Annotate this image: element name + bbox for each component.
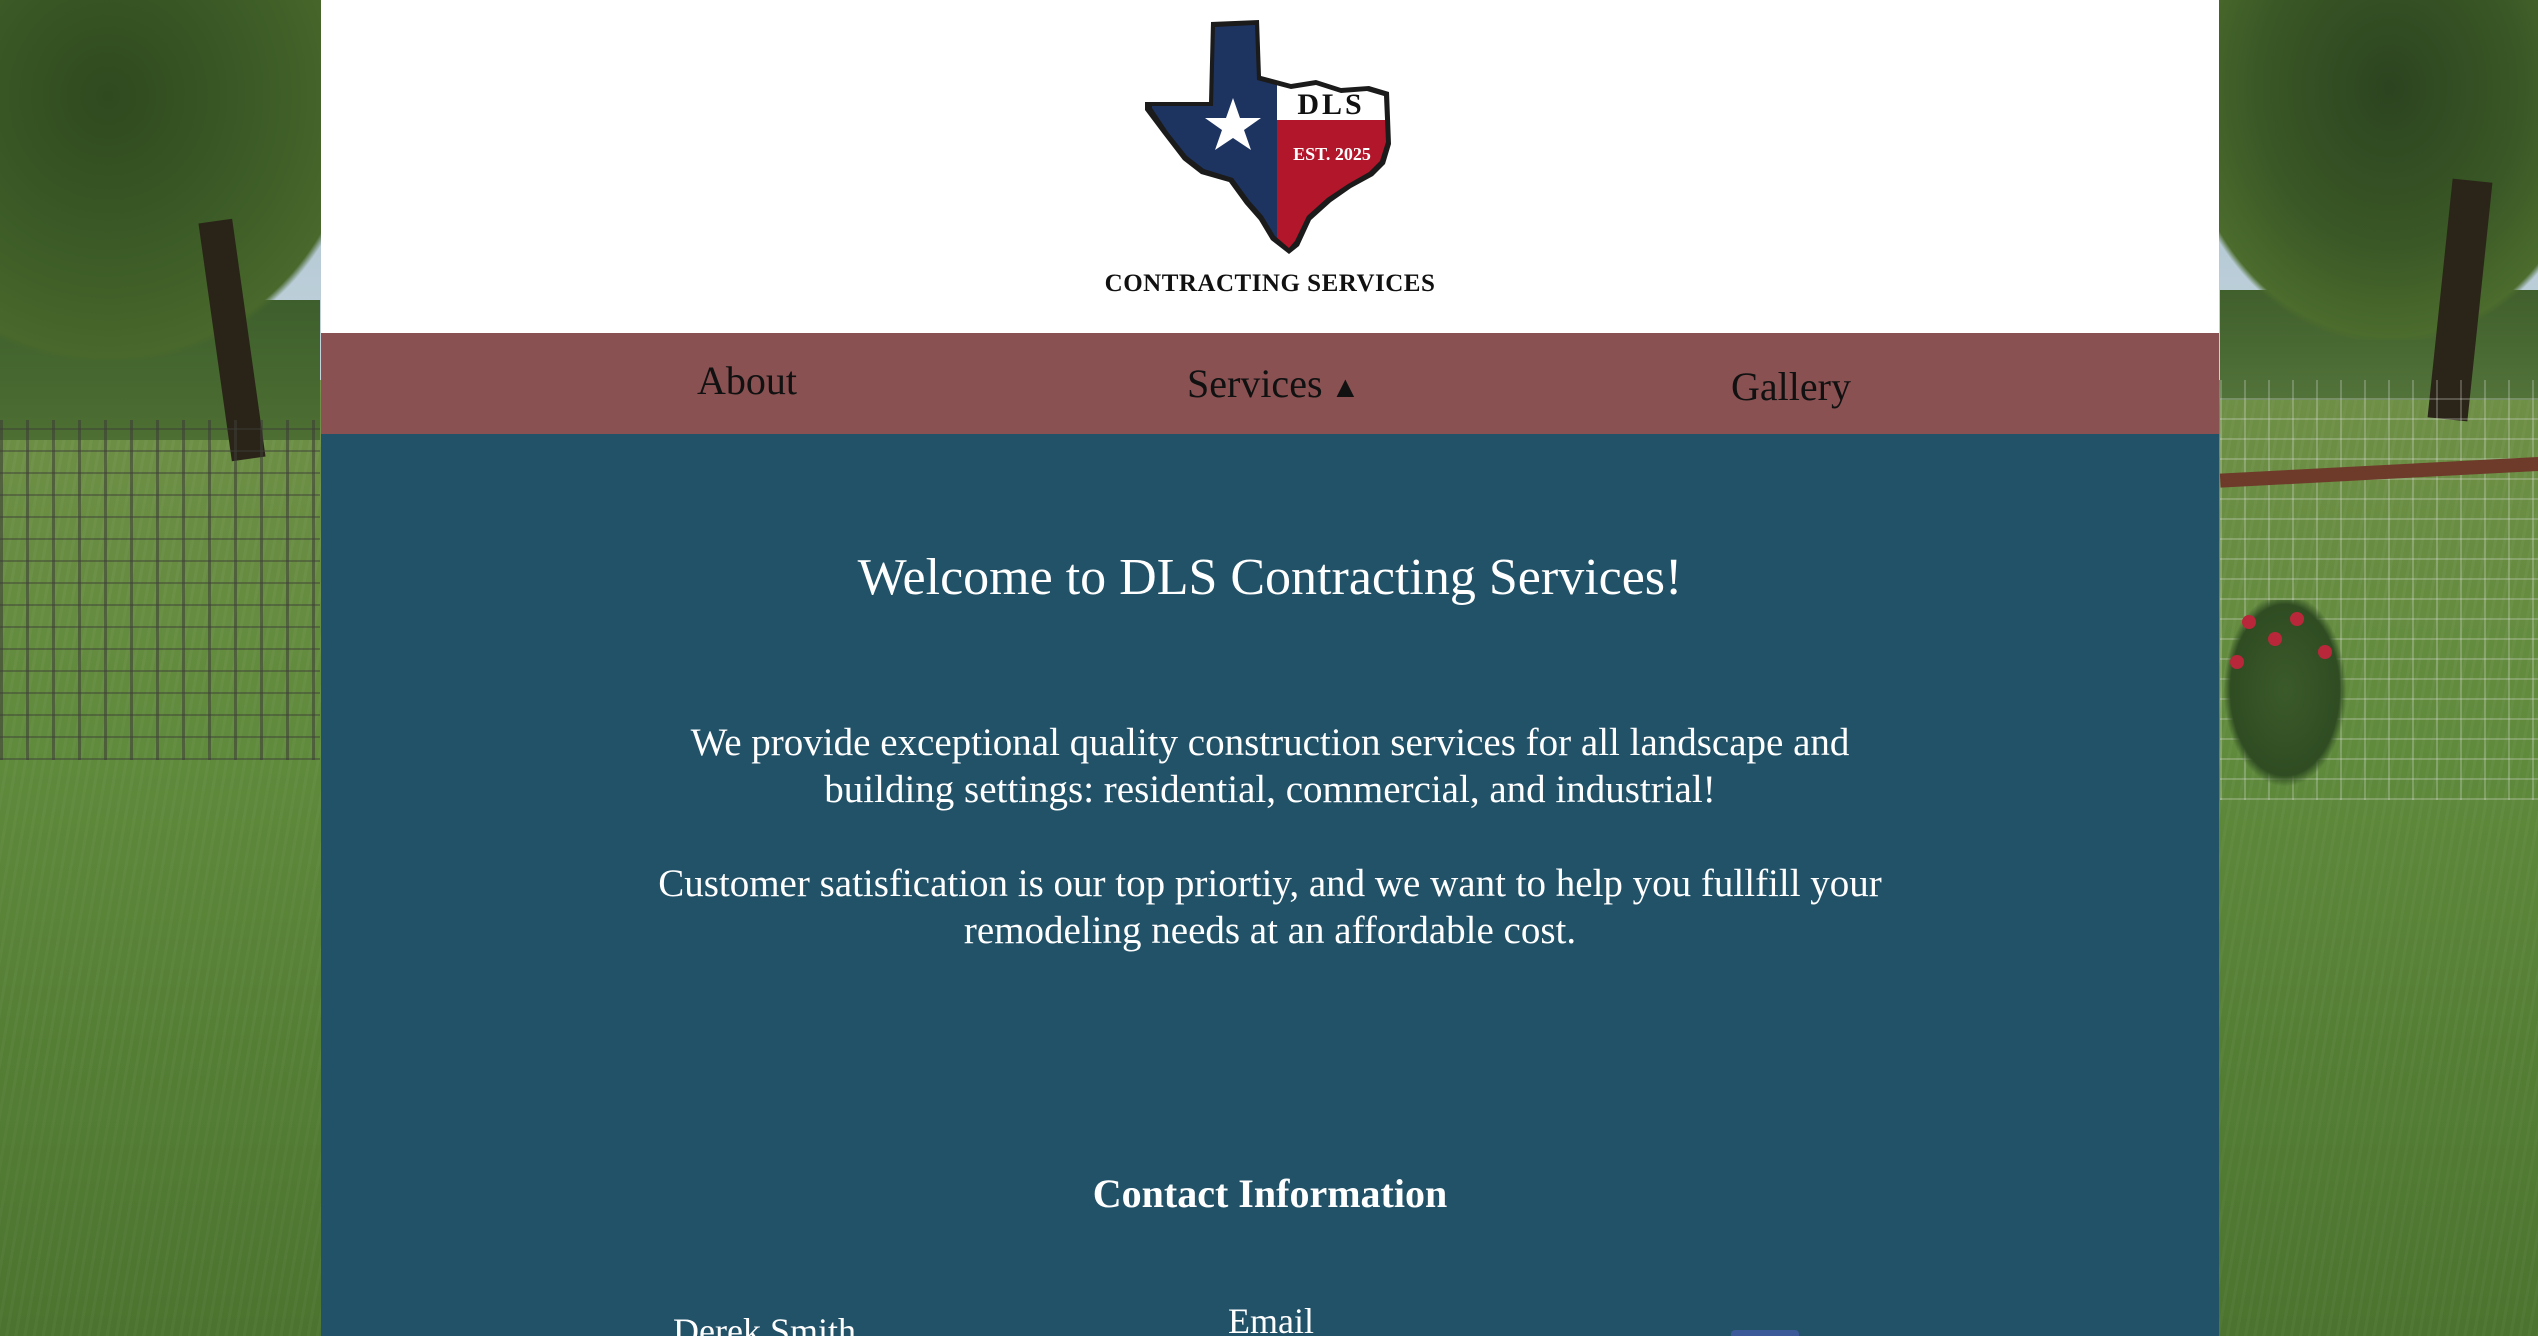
nav-services[interactable]: Services ▲ [1187,333,1360,434]
nav-gallery-label: Gallery [1731,364,1851,409]
satisfaction-paragraph: Customer satisfication is our top priort… [658,862,1882,952]
logo-red-field [1277,120,1386,248]
intro-paragraph: We provide exceptional quality construct… [690,721,1850,811]
caret-up-icon: ▲ [1330,371,1361,404]
nav-gallery[interactable]: Gallery [1731,336,1851,437]
welcome-heading: Welcome to DLS Contracting Services! [857,549,1683,606]
facebook-icon[interactable] [1731,1330,1799,1336]
logo-established: EST. 2025 [1293,144,1371,164]
logo-caption: CONTRACTING SERVICES [1104,270,1436,297]
company-logo[interactable]: DLS EST. 2025 [1141,14,1401,258]
page-column: DLS EST. 2025 CONTRACTING SERVICES About… [321,0,2219,1336]
logo-initials: DLS [1297,88,1364,121]
main-navigation: About Services ▲ Gallery [321,333,2219,434]
contact-heading: Contact Information [1092,1171,1448,1216]
nav-services-label: Services [1187,361,1323,406]
site-header: DLS EST. 2025 CONTRACTING SERVICES [321,0,2219,333]
contact-email-label: Email [1228,1301,1314,1336]
nav-about-label: About [697,358,797,403]
nav-about[interactable]: About [697,330,797,431]
contact-name: Derek Smith [673,1311,856,1336]
